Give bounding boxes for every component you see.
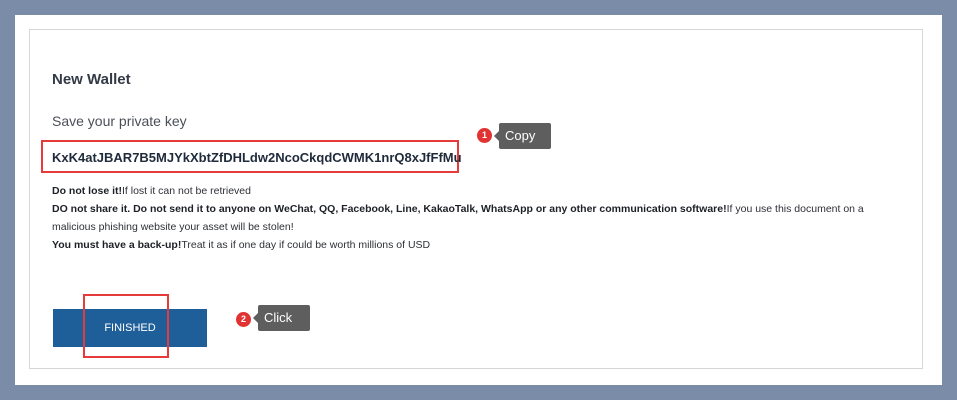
finished-button[interactable]: FINISHED bbox=[53, 309, 207, 347]
warning-lose-text: If lost it can not be retrieved bbox=[122, 185, 251, 197]
copy-callout: Copy bbox=[494, 123, 551, 149]
private-key-value[interactable]: KxK4atJBAR7B5MJYkXbtZfDHLdw2NcoCkqdCWMK1… bbox=[52, 150, 462, 165]
warning-share: DO not share it. Do not send it to anyon… bbox=[52, 200, 897, 236]
step-badge-copy: 1 bbox=[477, 128, 492, 143]
warning-share-bold: DO not share it. Do not send it to anyon… bbox=[52, 203, 727, 215]
warning-backup: You must have a back-up!Treat it as if o… bbox=[52, 236, 902, 254]
step-badge-click: 2 bbox=[236, 312, 251, 327]
warnings-block: Do not lose it!If lost it can not be ret… bbox=[52, 182, 902, 254]
warning-backup-text: Treat it as if one day if could be worth… bbox=[181, 239, 431, 251]
click-callout: Click bbox=[253, 305, 310, 331]
warning-lose-bold: Do not lose it! bbox=[52, 185, 122, 197]
warning-backup-bold: You must have a back-up! bbox=[52, 239, 182, 251]
warning-lose: Do not lose it!If lost it can not be ret… bbox=[52, 182, 902, 200]
page-title: New Wallet bbox=[52, 71, 131, 88]
save-key-heading: Save your private key bbox=[52, 113, 187, 129]
